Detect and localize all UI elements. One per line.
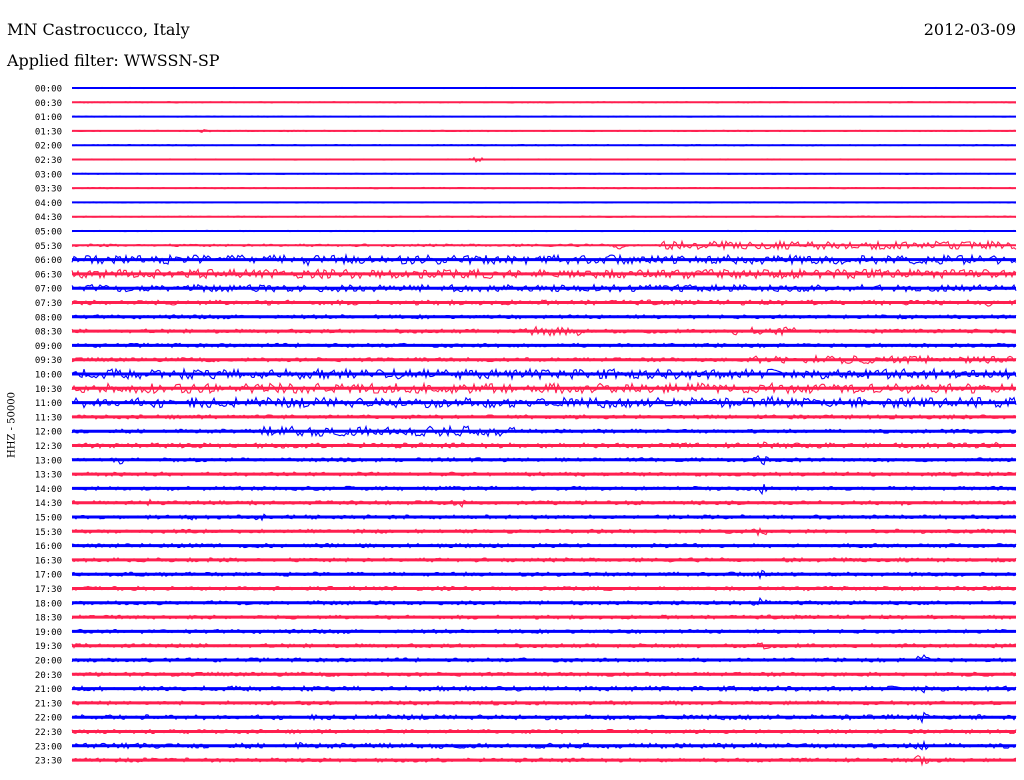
time-label: 16:30 bbox=[35, 556, 62, 566]
time-label: 15:30 bbox=[35, 528, 62, 538]
time-label: 05:00 bbox=[35, 228, 62, 238]
time-label: 19:30 bbox=[35, 642, 62, 652]
time-label: 20:00 bbox=[35, 657, 62, 667]
time-label: 12:30 bbox=[35, 442, 62, 452]
time-label: 16:00 bbox=[35, 542, 62, 552]
time-label: 22:00 bbox=[35, 714, 62, 724]
time-label: 00:30 bbox=[35, 99, 62, 109]
time-label: 07:00 bbox=[35, 285, 62, 295]
time-label: 06:00 bbox=[35, 256, 62, 266]
time-label: 08:00 bbox=[35, 313, 62, 323]
time-label: 11:30 bbox=[35, 413, 62, 423]
helicorder-plot: 00:00 00:30 01:00 01:30 02:00 02:30 03:00 03:30… bbox=[35, 85, 1017, 767]
time-label: 10:00 bbox=[35, 371, 62, 381]
time-label: 23:00 bbox=[35, 742, 62, 752]
time-label: 19:00 bbox=[35, 628, 62, 638]
time-label: 05:30 bbox=[35, 242, 62, 252]
time-label: 01:00 bbox=[35, 113, 62, 123]
time-label: 17:30 bbox=[35, 585, 62, 595]
time-label: 09:00 bbox=[35, 342, 62, 352]
time-label: 06:30 bbox=[35, 270, 62, 280]
time-label: 14:30 bbox=[35, 499, 62, 509]
time-label: 13:00 bbox=[35, 456, 62, 466]
time-label: 03:30 bbox=[35, 185, 62, 195]
time-label: 14:00 bbox=[35, 485, 62, 495]
time-label: 08:30 bbox=[35, 328, 62, 338]
time-label: 02:00 bbox=[35, 142, 62, 152]
time-label: 21:00 bbox=[35, 685, 62, 695]
traces bbox=[71, 86, 1017, 767]
time-label: 07:30 bbox=[35, 299, 62, 309]
time-label: 12:00 bbox=[35, 428, 62, 438]
time-label: 15:00 bbox=[35, 514, 62, 524]
time-label: 04:30 bbox=[35, 213, 62, 223]
time-label: 00:00 bbox=[35, 85, 62, 95]
time-label: 10:30 bbox=[35, 385, 62, 395]
time-label: 18:30 bbox=[35, 614, 62, 624]
time-label: 20:30 bbox=[35, 671, 62, 681]
time-label: 04:00 bbox=[35, 199, 62, 209]
time-label: 23:30 bbox=[35, 757, 62, 767]
time-label: 22:30 bbox=[35, 728, 62, 738]
time-label: 01:30 bbox=[35, 127, 62, 137]
time-label: 13:30 bbox=[35, 471, 62, 481]
time-label: 17:00 bbox=[35, 571, 62, 581]
time-label: 03:00 bbox=[35, 170, 62, 180]
time-label: 02:30 bbox=[35, 156, 62, 166]
time-label: 11:00 bbox=[35, 399, 62, 409]
time-label: 21:30 bbox=[35, 699, 62, 709]
time-label: 18:00 bbox=[35, 599, 62, 609]
time-labels: 00:00 00:30 01:00 01:30 02:00 02:30 03:00 03:30… bbox=[35, 85, 62, 767]
time-label: 09:30 bbox=[35, 356, 62, 366]
